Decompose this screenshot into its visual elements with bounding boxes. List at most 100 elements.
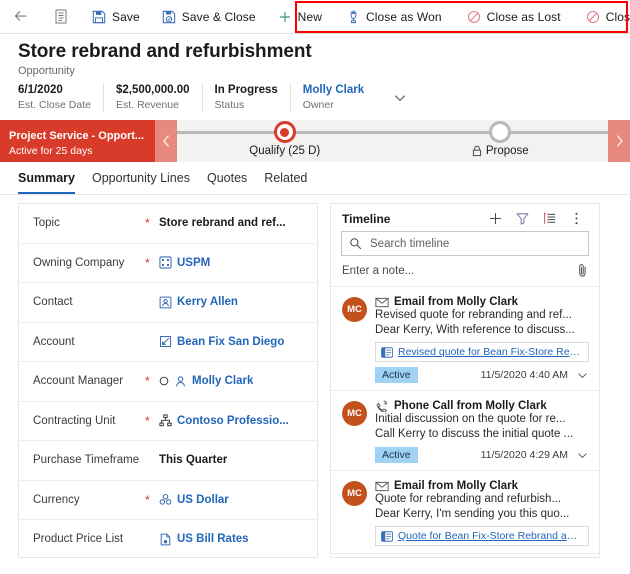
field-row-product-price-list[interactable]: Product Price List US Bill Rates — [19, 520, 317, 557]
process-stage-qualify[interactable]: Qualify (25 D) — [177, 120, 393, 162]
field-label: Product Price List — [33, 533, 124, 546]
save-label: Save — [112, 9, 140, 24]
timeline-item-body: Email from Molly Clark Revised quote for… — [375, 296, 589, 383]
close-as-won-label: Close as Won — [365, 9, 442, 24]
header-column-owner: Molly Clark Owner — [303, 83, 376, 112]
avatar: MC — [342, 401, 367, 426]
search-input[interactable] — [368, 236, 581, 251]
process-name: Project Service - Opport... — [9, 129, 145, 142]
word-doc-icon — [381, 530, 393, 542]
process-next-button[interactable] — [608, 120, 630, 162]
tab-opportunity-lines[interactable]: Opportunity Lines — [92, 171, 190, 194]
header-column-est-revenue: $2,500,000.00 Est. Revenue — [116, 83, 203, 112]
field-label: Topic — [33, 217, 60, 230]
field-value-wrapper: Kerry Allen — [159, 296, 238, 309]
timeline-item[interactable]: MC Email from Molly Clark Revised quote … — [331, 287, 599, 391]
est-revenue-label: Est. Revenue — [115, 99, 179, 111]
price-list-icon — [159, 533, 172, 546]
phone-icon — [375, 400, 389, 412]
entity-name: Opportunity — [18, 65, 75, 77]
timeline-sort-button[interactable] — [536, 211, 563, 226]
field-row-topic[interactable]: Topic * Store rebrand and ref... — [19, 204, 317, 244]
timeline-item-timestamp: 11/5/2020 4:29 AM — [480, 449, 568, 461]
timeline-panel: Timeline Search timeline Enter a note...… — [330, 203, 600, 558]
contact-icon — [159, 296, 172, 309]
email-icon — [375, 297, 389, 308]
field-value-wrapper: US Dollar — [159, 493, 229, 506]
stage-label-text: Qualify (25 D) — [249, 145, 321, 157]
timeline-note-composer[interactable]: Enter a note... — [331, 256, 599, 287]
header-summary-columns: 6/1/2020 Est. Close Date $2,500,000.00 E… — [18, 83, 630, 112]
timeline-item-footer: Active 11/5/2020 4:29 AM — [375, 447, 589, 463]
close-as-lost-button[interactable]: Close as Lost — [453, 0, 572, 33]
field-row-purchase-timeframe[interactable]: Purchase Timeframe This Quarter — [19, 441, 317, 481]
stage-label-qualify: Qualify (25 D) — [249, 145, 320, 157]
process-previous-button[interactable] — [155, 120, 177, 162]
save-floppy-icon — [92, 10, 106, 24]
tab-quotes[interactable]: Quotes — [207, 171, 247, 194]
command-bar: Save Save & Close New Close as Won Close — [0, 0, 630, 34]
timeline-filter-button[interactable] — [509, 211, 536, 226]
sort-icon — [542, 211, 557, 226]
timeline-attachment[interactable]: Revised quote for Bean Fix-Store Rebran.… — [375, 342, 589, 362]
back-button[interactable] — [0, 0, 41, 33]
timeline-item[interactable]: MC Email from Molly Clark Quote for rebr… — [331, 471, 599, 554]
timeline-more-button[interactable] — [563, 211, 590, 226]
org-unit-icon — [159, 414, 172, 427]
timeline-item[interactable]: MC Phone Call from Molly Clark Initial d… — [331, 391, 599, 471]
timeline-item-header: Email from Molly Clark — [375, 296, 589, 308]
timeline-search-box[interactable] — [341, 231, 589, 256]
stage-label-propose: Propose — [472, 145, 529, 157]
timeline-item-subject: Initial discussion on the quote for re..… — [375, 413, 566, 425]
process-name-block[interactable]: Project Service - Opport... Active for 2… — [0, 120, 155, 162]
header-expand-button[interactable] — [388, 83, 408, 112]
chevron-down-icon[interactable] — [574, 449, 589, 462]
attachment-name: Revised quote for Bean Fix-Store Rebran.… — [398, 346, 583, 358]
timeline-header: Timeline — [331, 204, 599, 231]
close-as-won-button[interactable]: Close as Won — [333, 0, 453, 33]
timeline-item-footer: Active 11/5/2020 4:40 AM — [375, 367, 589, 383]
save-and-close-button[interactable]: Save & Close — [151, 0, 267, 33]
required-marker: * — [145, 255, 150, 270]
record-header: Store rebrand and refurbishment Opportun… — [0, 34, 630, 112]
field-label: Currency — [33, 493, 80, 506]
timeline-attachment[interactable]: Quote for Bean Fix-Store Rebrand and R..… — [375, 526, 589, 546]
stage-label-text: Propose — [485, 145, 529, 157]
new-button[interactable]: New — [267, 0, 333, 33]
presence-circle-icon — [159, 376, 169, 386]
tab-summary[interactable]: Summary — [18, 171, 75, 194]
new-label: New — [297, 9, 322, 24]
save-button[interactable]: Save — [81, 0, 151, 33]
trophy-icon — [347, 10, 360, 24]
field-value: Kerry Allen — [177, 296, 238, 309]
field-value: Contoso Professio... — [177, 414, 289, 427]
chevron-left-icon — [161, 134, 172, 148]
est-close-date-label: Est. Close Date — [18, 99, 91, 111]
field-value: Molly Clark — [192, 375, 254, 388]
field-row-account[interactable]: Account Bean Fix San Diego — [19, 323, 317, 362]
field-row-contracting-unit[interactable]: Contracting Unit * Contoso Professio... — [19, 402, 317, 441]
est-revenue-value: $2,500,000.00 — [115, 84, 190, 96]
field-label: Contracting Unit — [33, 414, 116, 427]
field-row-account-manager[interactable]: Account Manager * Molly Clark — [19, 362, 317, 402]
process-stage-propose[interactable]: Propose — [393, 120, 609, 162]
chevron-down-icon[interactable] — [574, 369, 589, 382]
owner-value[interactable]: Molly Clark — [303, 83, 364, 97]
form-selector-button[interactable] — [41, 0, 81, 33]
timeline-item-subject: Quote for rebranding and refurbish... — [375, 493, 562, 505]
field-label: Account — [33, 335, 75, 348]
save-and-close-icon — [162, 10, 176, 24]
tab-related[interactable]: Related — [264, 171, 307, 194]
field-row-owning-company[interactable]: Owning Company * USPM — [19, 244, 317, 283]
paperclip-icon[interactable] — [576, 263, 589, 278]
stage-node-active-icon — [273, 121, 296, 143]
field-row-currency[interactable]: Currency * US Dollar — [19, 481, 317, 520]
timeline-item-body: Phone Call from Molly Clark Initial disc… — [375, 400, 589, 463]
close-all-quotes-button[interactable]: Close all quotes — [572, 0, 630, 33]
filter-icon — [515, 211, 530, 226]
field-value: USPM — [177, 256, 211, 269]
field-row-contact[interactable]: Contact Kerry Allen — [19, 283, 317, 323]
business-process-flow: Project Service - Opport... Active for 2… — [0, 120, 630, 162]
timeline-create-button[interactable] — [482, 211, 509, 226]
avatar: MC — [342, 297, 367, 322]
